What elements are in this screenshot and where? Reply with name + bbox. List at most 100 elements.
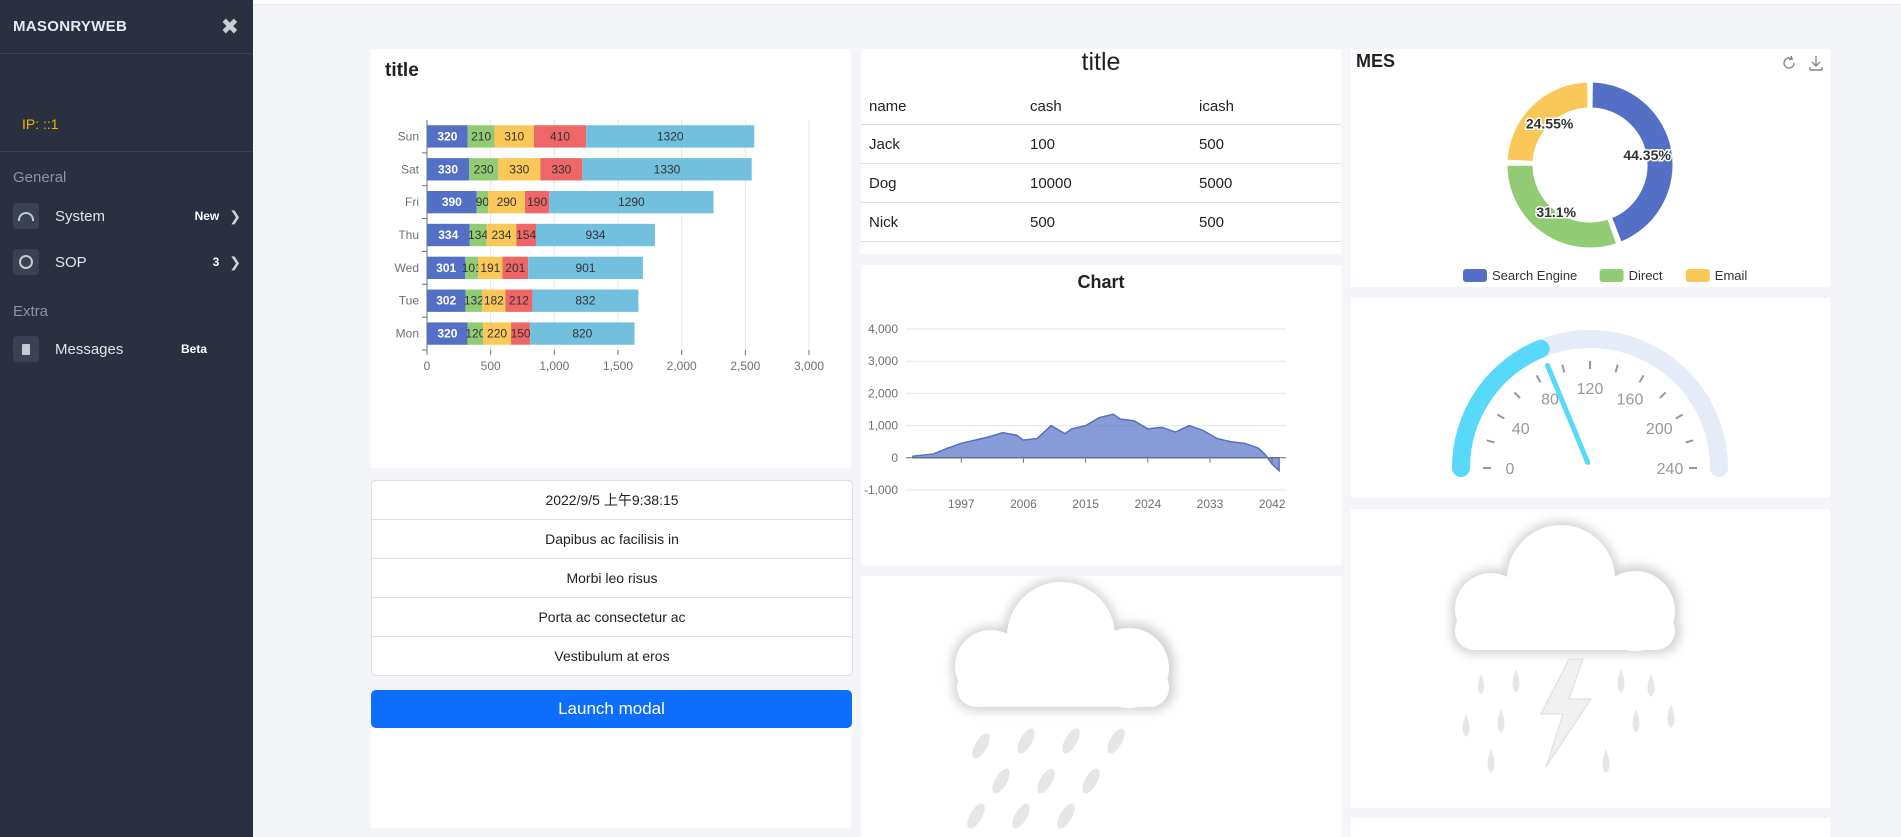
pie-data-label: 44.35% (1623, 147, 1671, 163)
gauge-tick-label: 200 (1646, 421, 1673, 438)
chevron-right-icon: ❯ (229, 207, 241, 224)
table-row: Nick 500 500 (861, 202, 1341, 242)
gauge-tick (1614, 364, 1619, 373)
column-header: cash (1022, 88, 1191, 125)
x-tick-label: 2006 (1010, 497, 1037, 511)
sidebar-header: MASONRYWEB ✖ (0, 0, 253, 54)
list-item[interactable]: Vestibulum at eros (372, 637, 852, 675)
data-table: name cash icash Jack 100 500 Dog 10000 5… (861, 88, 1341, 242)
book-icon (13, 336, 39, 362)
download-icon[interactable] (1807, 54, 1825, 72)
bar-data-label: 201 (505, 261, 525, 275)
table-cell: Jack (861, 124, 1022, 164)
bar-data-label: 120 (465, 327, 485, 341)
table-cell: Nick (861, 202, 1022, 242)
legend-swatch (1599, 269, 1624, 282)
x-tick-label: 0 (424, 359, 431, 373)
list-group: 2022/9/5 上午9:38:15 Dapibus ac facilisis … (371, 480, 853, 676)
bar-data-label: 220 (487, 327, 507, 341)
gauge-tick-label: 160 (1617, 392, 1644, 409)
x-tick-label: 2,500 (730, 359, 760, 373)
bar-data-label: 310 (504, 129, 524, 143)
dashboard-icon (13, 203, 39, 229)
table-cell: Dog (861, 163, 1022, 203)
area-series (912, 413, 1280, 473)
section-general: General (13, 169, 67, 186)
x-tick-label: 1,500 (603, 359, 633, 373)
gauge-tick (1561, 364, 1566, 373)
bar-chart-title: title (385, 60, 419, 81)
gauge-tick (1513, 391, 1521, 399)
list-item[interactable]: Dapibus ac facilisis in (372, 520, 852, 559)
status-badge: Beta (180, 342, 207, 356)
bar-data-label: 302 (436, 294, 456, 308)
y-tick-label: 4,000 (868, 322, 898, 336)
x-tick-label: 500 (481, 359, 501, 373)
legend-label: Email (1715, 268, 1748, 283)
area-chart: 4,000 3,000 2,000 1,000 0 -1,000 1997 2006 2015 2… (864, 322, 1286, 511)
bar-data-label: 320 (437, 129, 457, 143)
count-badge: 3 (212, 255, 220, 269)
list-item[interactable]: 2022/9/5 上午9:38:15 (372, 481, 852, 520)
sidebar: MASONRYWEB ✖ IP: ::1 General System New … (0, 0, 253, 837)
gauge-needle (1545, 362, 1591, 465)
gauge-progress (1452, 339, 1550, 477)
bar-data-label: 230 (474, 162, 494, 176)
globe-icon (13, 249, 39, 275)
bar-data-label: 191 (480, 261, 500, 275)
gauge-tick (1675, 413, 1684, 420)
sidebar-item-sop[interactable]: SOP 3 ❯ (13, 247, 241, 277)
legend-item: Email (1685, 268, 1748, 283)
list-item[interactable]: Porta ac consectetur ac (372, 598, 852, 637)
x-tick-label: 2,000 (667, 359, 697, 373)
x-tick-label: 2015 (1072, 497, 1099, 511)
bar-data-label: 301 (436, 261, 456, 275)
bar-data-label: 150 (511, 327, 531, 341)
refresh-icon[interactable] (1780, 54, 1798, 72)
close-icon[interactable]: ✖ (221, 14, 239, 40)
x-tick-label: 1997 (948, 497, 975, 511)
bar-data-label: 154 (516, 228, 536, 242)
bar-data-label: 212 (509, 294, 529, 308)
y-tick-label: 2,000 (868, 386, 898, 400)
y-tick-label: 1,000 (868, 419, 898, 433)
column-header: name (861, 88, 1022, 125)
bar-data-label: 134 (468, 228, 488, 242)
y-tick-label: Wed (395, 261, 419, 275)
bar-data-label: 182 (484, 294, 504, 308)
bar-data-label: 330 (438, 162, 458, 176)
launch-modal-button[interactable]: Launch modal (371, 690, 852, 728)
x-tick-label: 3,000 (794, 359, 824, 373)
brand-title: MASONRYWEB (13, 18, 128, 35)
area-chart-title: Chart (1077, 272, 1125, 292)
y-tick-label: -1,000 (864, 483, 898, 497)
bar-data-label: 290 (497, 195, 517, 209)
bar-data-label: 334 (438, 228, 458, 242)
partial-card (1351, 818, 1830, 837)
bar-data-label: 234 (491, 228, 511, 242)
bar-data-label: 132 (464, 294, 484, 308)
gauge-tick (1496, 413, 1505, 420)
list-item[interactable]: Morbi leo risus (372, 559, 852, 598)
y-tick-label: Tue (399, 294, 420, 308)
sidebar-item-label: System (55, 207, 106, 225)
x-tick-label: 2024 (1134, 497, 1161, 511)
bar-data-label: 832 (575, 294, 595, 308)
table-cell: 500 (1022, 202, 1191, 242)
gauge-tick-label: 80 (1541, 392, 1559, 409)
bar-data-label: 90 (476, 195, 490, 209)
sidebar-item-messages[interactable]: Messages Beta (13, 334, 241, 364)
gauge-tick-label: 0 (1506, 461, 1515, 478)
gauge-tick (1486, 439, 1495, 444)
donut-chart: 44.35% 31.1% 24.55% Search Engine Direct Emai… (1463, 79, 1748, 283)
bar-data-label: 1290 (618, 195, 645, 209)
sidebar-item-system[interactable]: System New ❯ (13, 201, 241, 231)
sidebar-item-label: Messages (55, 340, 124, 358)
sidebar-divider (0, 151, 253, 152)
bar-data-label: 210 (471, 129, 491, 143)
legend-swatch (1685, 269, 1710, 282)
table-cell: 500 (1191, 202, 1341, 242)
gauge-track (1452, 330, 1728, 477)
stacked-bar-chart: 0 500 1,000 1,500 2,000 2,500 3,000 Mon 320 120 22… (395, 120, 824, 373)
y-tick-label: Mon (396, 327, 419, 341)
